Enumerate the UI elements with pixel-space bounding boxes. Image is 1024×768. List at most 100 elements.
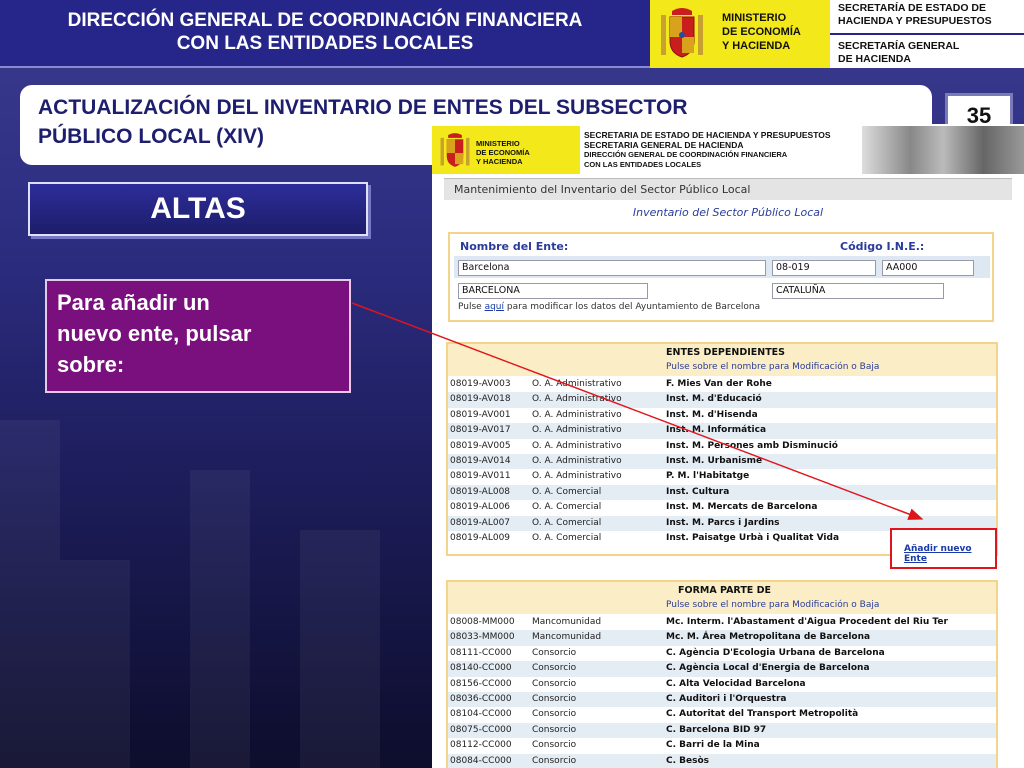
edit-link[interactable]: aquí: [485, 302, 504, 312]
row-name[interactable]: Inst. M. Urbanisme: [666, 454, 762, 469]
table-row[interactable]: 08084-CC000 Consorcio C. Besòs: [448, 753, 996, 768]
header-secretarias: SECRETARÍA DE ESTADO DE HACIENDA Y PRESU…: [830, 0, 1024, 68]
row-name[interactable]: C. Agència Local d'Energia de Barcelona: [666, 661, 870, 676]
table-row[interactable]: 08019-AV005 O. A. Administrativo Inst. M. …: [448, 439, 996, 454]
row-code: 08019-AV014: [450, 456, 511, 466]
ministry-line3: Y HACIENDA: [722, 40, 791, 52]
row-type: Consorcio: [532, 724, 577, 735]
row-name[interactable]: Inst. M. d'Hisenda: [666, 408, 758, 423]
note-line2: nuevo ente, pulsar: [57, 321, 252, 346]
table-title: FORMA PARTE DE: [678, 585, 771, 596]
row-type: O. A. Administrativo: [532, 409, 622, 420]
row-code: 08033-MM000: [450, 632, 515, 643]
row-type: O. A. Administrativo: [532, 440, 622, 451]
row-name[interactable]: C. Agència D'Ecologia Urbana de Barcelon…: [666, 646, 885, 661]
row-type: Consorcio: [532, 694, 577, 704]
region-field[interactable]: CATALUÑA: [772, 283, 944, 299]
row-type: O. A. Administrativo: [532, 394, 622, 405]
table-row[interactable]: 08104-CC000 Consorcio C. Autoritat del Tra…: [448, 707, 996, 722]
secretaria-estado: SECRETARÍA DE ESTADO DE HACIENDA Y PRESU…: [838, 2, 992, 28]
table-row[interactable]: 08075-CC000 Consorcio C. Barcelona BID 97: [448, 722, 996, 739]
table-row[interactable]: 08019-AL008 O. A. Comercial Inst. Cultura: [448, 484, 996, 501]
ine-suffix-field[interactable]: AA000: [882, 260, 974, 276]
row-name[interactable]: Mc. Interm. l'Abastament d'Aigua Procede…: [666, 615, 948, 630]
table-row[interactable]: 08019-AV003 O. A. Administrativo F. Mies V…: [448, 377, 996, 392]
table-row[interactable]: 08019-AV014 O. A. Administrativo Inst. M. …: [448, 454, 996, 470]
name-label: Nombre del Ente:: [460, 240, 569, 253]
row-name[interactable]: Inst. M. d'Educació: [666, 392, 762, 407]
row-type: Mancomunidad: [532, 632, 602, 643]
row-code: 08019-AV001: [450, 409, 511, 420]
background-strip: [190, 470, 250, 768]
row-name[interactable]: Mc. M. Área Metropolitana de Barcelona: [666, 630, 870, 645]
table-row[interactable]: 08140-CC000 Consorcio C. Agència Local d'E…: [448, 661, 996, 677]
table-row[interactable]: 08156-CC000 Consorcio C. Alta Velocidad Ba…: [448, 677, 996, 692]
row-code: 08140-CC000: [450, 663, 512, 674]
table-row[interactable]: 08019-AL006 O. A. Comercial Inst. M. Merca…: [448, 500, 996, 515]
ente-form: Nombre del Ente: Código I.N.E.: Barcelon…: [448, 232, 994, 322]
row-name[interactable]: Inst. Cultura: [666, 485, 729, 500]
edit-instruction: Pulse aquí para modificar los datos del …: [458, 302, 760, 312]
coat-of-arms-icon: [661, 8, 703, 58]
row-name[interactable]: Inst. M. Persones amb Disminució: [666, 439, 838, 454]
row-code: 08019-AL009: [450, 533, 511, 543]
ministry-line1: MINISTERIO: [722, 12, 787, 24]
table-row[interactable]: 08112-CC000 Consorcio C. Barri de la Mina: [448, 738, 996, 753]
add-new-ente-link[interactable]: Añadir nuevo Ente: [904, 544, 995, 564]
section-label: ALTAS: [28, 182, 368, 236]
row-name[interactable]: C. Alta Velocidad Barcelona: [666, 677, 806, 692]
secretaria1-line1: SECRETARÍA DE ESTADO DE: [838, 2, 986, 14]
row-code: 08019-AV011: [450, 471, 511, 482]
row-name[interactable]: Inst. M. Mercats de Barcelona: [666, 500, 817, 515]
row-name[interactable]: Inst. Paisatge Urbà i Qualitat Vida: [666, 531, 839, 546]
background-strip: [0, 420, 60, 768]
row-name[interactable]: Inst. M. Informática: [666, 423, 766, 438]
row-name[interactable]: Inst. M. Parcs i Jardins: [666, 516, 780, 531]
row-name[interactable]: C. Besòs: [666, 754, 709, 768]
table-row[interactable]: 08008-MM000 Mancomunidad Mc. Interm. l'Aba…: [448, 615, 996, 630]
row-name[interactable]: C. Autoritat del Transport Metropolità: [666, 707, 858, 722]
row-name[interactable]: C. Auditori i l'Orquestra: [666, 692, 786, 707]
row-type: O. A. Administrativo: [532, 456, 622, 466]
ine-code-field[interactable]: 08-019: [772, 260, 876, 276]
app-sec-line2: SECRETARIA GENERAL DE HACIENDA: [584, 140, 744, 150]
app-sec-line4: CON LAS ENTIDADES LOCALES: [584, 160, 702, 169]
app-ministry-name: MINISTERIO DE ECONOMÍA Y HACIENDA: [476, 139, 530, 166]
row-type: O. A. Administrativo: [532, 379, 622, 389]
table-row[interactable]: 08019-AV018 O. A. Administrativo Inst. M. …: [448, 392, 996, 408]
row-type: O. A. Comercial: [532, 502, 602, 513]
row-name[interactable]: F. Mies Van der Rohe: [666, 377, 772, 392]
app-sec-line3: DIRECCIÓN GENERAL DE COORDINACIÓN FINANC…: [584, 150, 788, 159]
province-field[interactable]: BARCELONA: [458, 283, 648, 299]
row-code: 08019-AL006: [450, 502, 511, 513]
app-sec-line1: SECRETARIA DE ESTADO DE HACIENDA Y PRESU…: [584, 130, 831, 140]
app-screenshot: MINISTERIO DE ECONOMÍA Y HACIENDA SECRET…: [432, 124, 1024, 768]
header-title-line2: CON LAS ENTIDADES LOCALES: [176, 33, 474, 54]
name-field[interactable]: Barcelona: [458, 260, 766, 276]
secretaria1-line2: HACIENDA Y PRESUPUESTOS: [838, 15, 992, 27]
ministry-logo: MINISTERIO DE ECONOMÍA Y HACIENDA: [650, 0, 830, 68]
app-ministry-line2: DE ECONOMÍA: [476, 148, 530, 157]
forma-parte-table: FORMA PARTE DE Pulse sobre el nombre par…: [446, 580, 998, 768]
entes-dependientes-table: ENTES DEPENDIENTES Pulse sobre el nombre…: [446, 342, 998, 556]
row-type: O. A. Comercial: [532, 517, 602, 528]
row-type: Consorcio: [532, 647, 577, 658]
table-row[interactable]: 08033-MM000 Mancomunidad Mc. M. Área Metro…: [448, 630, 996, 646]
table-row[interactable]: 08111-CC000 Consorcio C. Agència D'Ecologi…: [448, 646, 996, 661]
table-row[interactable]: 08019-AV001 O. A. Administrativo Inst. M. …: [448, 408, 996, 423]
row-code: 08019-AV018: [450, 394, 511, 405]
table-row[interactable]: 08019-AV011 O. A. Administrativo P. M. l'H…: [448, 469, 996, 484]
row-code: 08112-CC000: [450, 740, 512, 751]
row-type: Mancomunidad: [532, 617, 602, 627]
background-strip: [60, 560, 130, 768]
row-code: 08104-CC000: [450, 709, 512, 720]
table-row[interactable]: 08019-AV017 O. A. Administrativo Inst. M. …: [448, 423, 996, 439]
row-name[interactable]: C. Barri de la Mina: [666, 738, 760, 753]
row-name[interactable]: C. Barcelona BID 97: [666, 723, 766, 738]
row-type: O. A. Administrativo: [532, 471, 622, 482]
row-type: Consorcio: [532, 755, 577, 766]
row-code: 08019-AV005: [450, 440, 511, 451]
row-name[interactable]: P. M. l'Habitatge: [666, 469, 749, 484]
add-ente-highlight: Añadir nuevo Ente: [890, 528, 997, 569]
table-row[interactable]: 08036-CC000 Consorcio C. Auditori i l'Orqu…: [448, 692, 996, 708]
